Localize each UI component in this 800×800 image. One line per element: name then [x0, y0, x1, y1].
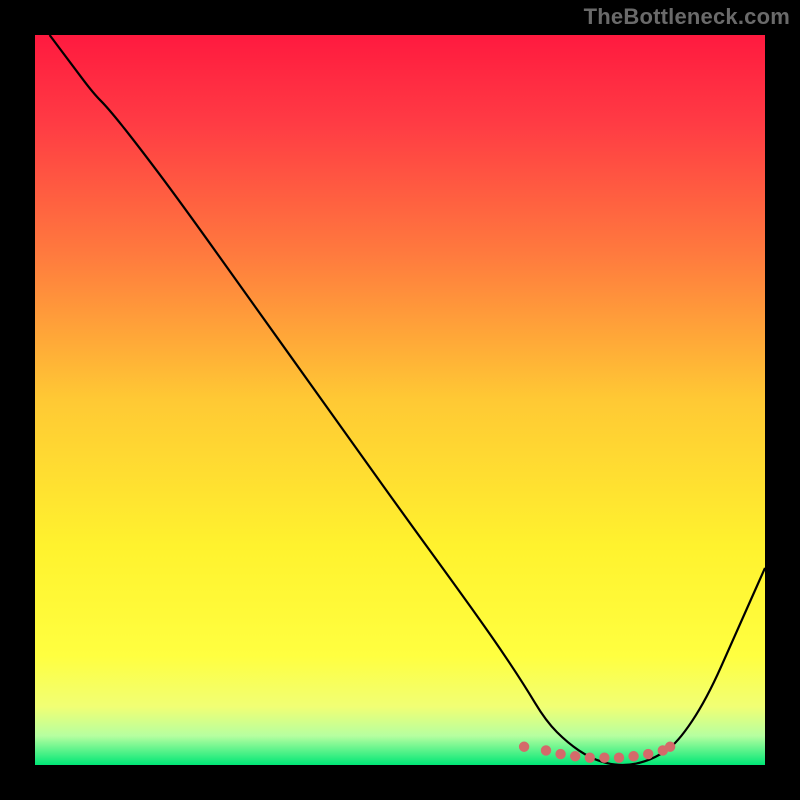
optimal-marker-dot	[541, 745, 551, 755]
optimal-marker-dot	[519, 742, 529, 752]
optimal-marker-dot	[599, 753, 609, 763]
watermark-text: TheBottleneck.com	[584, 4, 790, 30]
optimal-marker-dot	[628, 751, 638, 761]
optimal-marker-dot	[614, 753, 624, 763]
optimal-marker-dot	[643, 749, 653, 759]
optimal-marker-dot	[665, 742, 675, 752]
chart-svg	[35, 35, 765, 765]
gradient-backdrop	[35, 35, 765, 765]
chart-plot-area	[35, 35, 765, 765]
optimal-marker-dot	[555, 749, 565, 759]
optimal-marker-dot	[585, 753, 595, 763]
optimal-marker-dot	[570, 751, 580, 761]
